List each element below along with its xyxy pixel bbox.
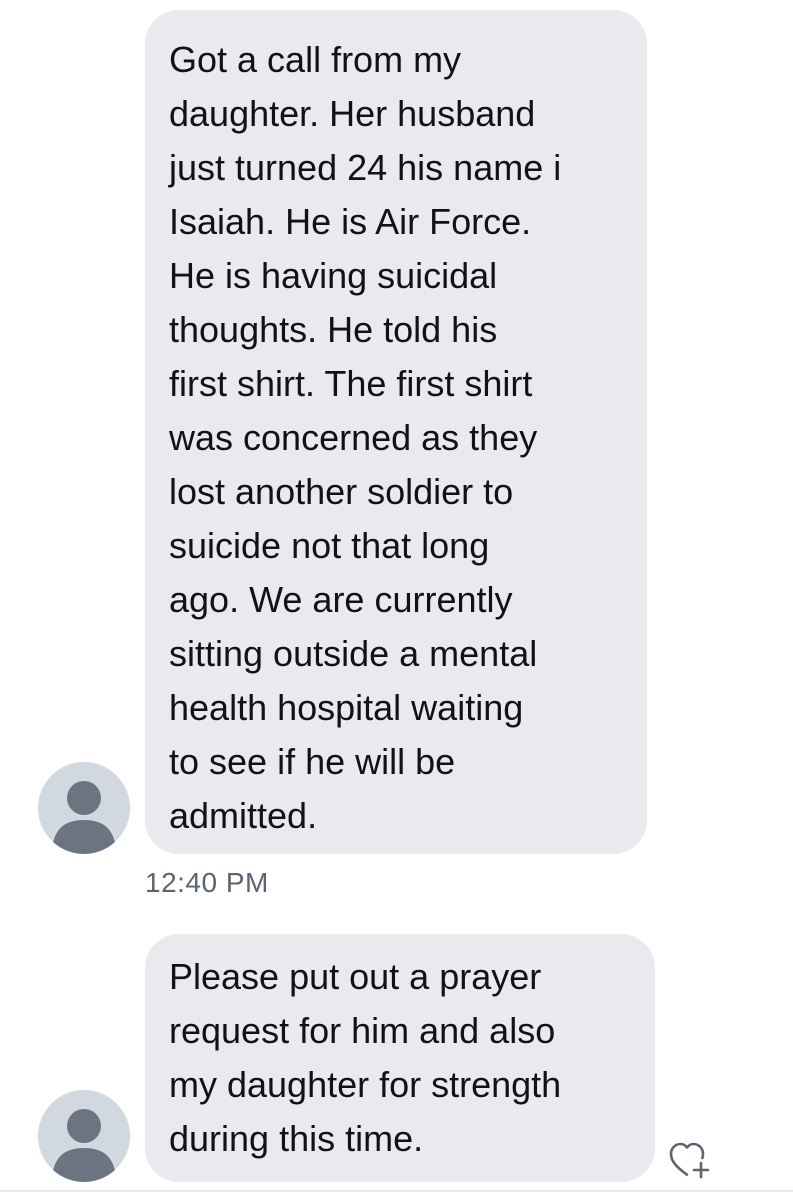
message-text-line: to see if he will be [169,741,456,782]
message-text-line: He is having suicidal [169,255,498,296]
bottom-divider [0,1190,793,1192]
add-reaction-heart-icon-glyph [669,1142,710,1179]
message-text-line: my daughter for strength [169,1064,562,1105]
message-text-line: Please put out a prayer [169,956,542,997]
message-text-line: admitted. [169,795,318,836]
message-bubble-received[interactable]: Please put out a prayer request for him … [145,934,655,1182]
default-user-avatar-icon[interactable] [38,1090,130,1182]
message-text-line: thoughts. He told his [169,309,498,350]
message-bubble-received[interactable]: Got a call from my daughter. Her husband… [145,10,647,854]
message-text-line: was concerned as they [169,417,538,458]
message-text-line: first shirt. The first shirt [169,363,533,404]
default-user-avatar-icon-figure [52,1109,116,1182]
message-text-line: just turned 24 his name i [169,147,562,188]
message-text-line: lost another soldier to [169,471,514,512]
message-text-line: Got a call from my [169,39,462,80]
default-user-avatar-icon[interactable] [38,762,130,854]
message-text-line: Isaiah. He is Air Force. [169,201,532,242]
message-text-line: ago. We are currently [169,579,513,620]
message-text-line: health hospital waiting [169,687,524,728]
message-text-line: during this time. [169,1118,424,1159]
message-timestamp: 12:40 PM [145,867,269,898]
message-text-line: suicide not that long [169,525,490,566]
message-text-line: request for him and also [169,1010,556,1051]
default-user-avatar-icon-figure [52,781,116,854]
add-reaction-heart-icon[interactable] [666,1136,714,1184]
message-text-line: sitting outside a mental [169,633,538,674]
message-text-line: daughter. Her husband [169,93,536,134]
